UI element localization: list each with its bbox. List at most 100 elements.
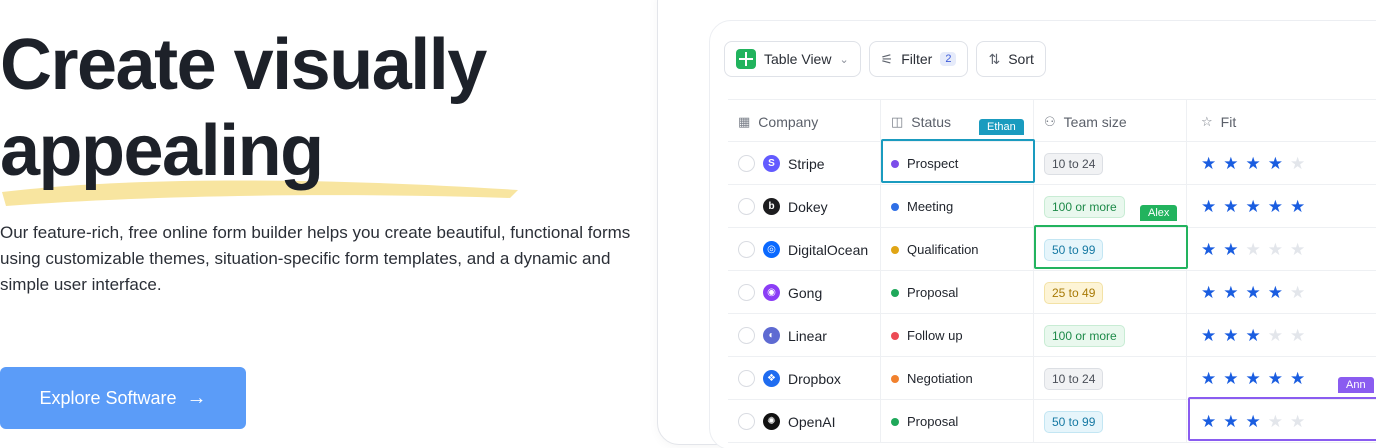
star-filled-icon[interactable]: ★: [1201, 370, 1216, 387]
star-outline-icon: ☆: [1201, 113, 1213, 129]
star-filled-icon[interactable]: ★: [1246, 413, 1261, 430]
row-checkbox[interactable]: [738, 370, 755, 387]
star-filled-icon[interactable]: ★: [1268, 370, 1283, 387]
star-filled-icon[interactable]: ★: [1201, 327, 1216, 344]
star-filled-icon[interactable]: ★: [1246, 284, 1261, 301]
row-checkbox[interactable]: [738, 241, 755, 258]
table-row[interactable]: S Stripe Prospect 10 to 24 ★ ★ ★ ★ ★: [728, 142, 1376, 185]
star-filled-icon[interactable]: ★: [1201, 413, 1216, 430]
star-empty-icon[interactable]: ★: [1290, 284, 1305, 301]
star-filled-icon[interactable]: ★: [1268, 284, 1283, 301]
table-row[interactable]: ✺ OpenAI Proposal 50 to 99 ★ ★ ★ ★ ★: [728, 400, 1376, 443]
fit-rating[interactable]: ★ ★ ★ ★ ★: [1201, 284, 1305, 301]
company-logo-icon: ◐: [763, 327, 780, 344]
status-cell[interactable]: Meeting: [881, 185, 1034, 228]
fit-cell[interactable]: ★ ★ ★ ★ ★: [1187, 228, 1376, 271]
star-filled-icon[interactable]: ★: [1223, 327, 1238, 344]
star-empty-icon[interactable]: ★: [1268, 241, 1283, 258]
column-header-company[interactable]: ▦ Company: [728, 100, 881, 143]
team-size-cell[interactable]: 10 to 24: [1034, 357, 1187, 400]
table-row[interactable]: ◐ Linear Follow up 100 or more ★ ★ ★ ★ ★: [728, 314, 1376, 357]
fit-cell[interactable]: ★ ★ ★ ★ ★: [1187, 314, 1376, 357]
star-filled-icon[interactable]: ★: [1246, 198, 1261, 215]
star-filled-icon[interactable]: ★: [1268, 198, 1283, 215]
star-empty-icon[interactable]: ★: [1290, 241, 1305, 258]
company-cell[interactable]: S Stripe: [728, 142, 881, 185]
team-size-cell[interactable]: 25 to 49: [1034, 271, 1187, 314]
team-size-cell[interactable]: 50 to 99: [1034, 400, 1187, 443]
table-row[interactable]: b Dokey Meeting 100 or more ★ ★ ★ ★ ★: [728, 185, 1376, 228]
row-checkbox[interactable]: [738, 155, 755, 172]
row-checkbox[interactable]: [738, 284, 755, 301]
explore-software-button[interactable]: Explore Software →: [0, 367, 246, 429]
star-filled-icon[interactable]: ★: [1268, 155, 1283, 172]
fit-rating[interactable]: ★ ★ ★ ★ ★: [1201, 155, 1305, 172]
row-checkbox[interactable]: [738, 327, 755, 344]
star-filled-icon[interactable]: ★: [1223, 284, 1238, 301]
star-empty-icon[interactable]: ★: [1290, 413, 1305, 430]
star-empty-icon[interactable]: ★: [1268, 413, 1283, 430]
fit-rating[interactable]: ★ ★ ★ ★ ★: [1201, 327, 1305, 344]
company-cell[interactable]: ◎ DigitalOcean: [728, 228, 881, 271]
company-cell[interactable]: ✺ OpenAI: [728, 400, 881, 443]
row-checkbox[interactable]: [738, 413, 755, 430]
star-empty-icon[interactable]: ★: [1290, 155, 1305, 172]
star-filled-icon[interactable]: ★: [1246, 155, 1261, 172]
status-label: Negotiation: [907, 371, 973, 386]
team-size-cell[interactable]: 100 or more: [1034, 314, 1187, 357]
column-header-fit[interactable]: ☆ Fit: [1187, 100, 1376, 143]
star-empty-icon[interactable]: ★: [1268, 327, 1283, 344]
status-cell[interactable]: Prospect: [881, 142, 1034, 185]
company-cell[interactable]: ❖ Dropbox: [728, 357, 881, 400]
star-filled-icon[interactable]: ★: [1290, 370, 1305, 387]
star-filled-icon[interactable]: ★: [1223, 198, 1238, 215]
column-header-status-label: Status: [911, 113, 951, 130]
team-size-pill: 100 or more: [1044, 324, 1125, 347]
team-size-cell[interactable]: 50 to 99: [1034, 228, 1187, 271]
company-cell[interactable]: ◉ Gong: [728, 271, 881, 314]
star-filled-icon[interactable]: ★: [1201, 155, 1216, 172]
sort-button[interactable]: ⇅ Sort: [976, 41, 1046, 77]
filter-button[interactable]: ⚟ Filter 2: [868, 41, 969, 77]
star-filled-icon[interactable]: ★: [1246, 327, 1261, 344]
fit-rating[interactable]: ★ ★ ★ ★ ★: [1201, 198, 1305, 215]
company-cell[interactable]: b Dokey: [728, 185, 881, 228]
row-checkbox[interactable]: [738, 198, 755, 215]
company-cell[interactable]: ◐ Linear: [728, 314, 881, 357]
star-filled-icon[interactable]: ★: [1201, 284, 1216, 301]
table-row[interactable]: ◉ Gong Proposal 25 to 49 ★ ★ ★ ★ ★: [728, 271, 1376, 314]
star-empty-icon[interactable]: ★: [1290, 327, 1305, 344]
table-row[interactable]: ◎ DigitalOcean Qualification 50 to 99 ★ ★…: [728, 228, 1376, 271]
team-size-cell[interactable]: 10 to 24: [1034, 142, 1187, 185]
fit-cell[interactable]: ★ ★ ★ ★ ★: [1187, 185, 1376, 228]
column-header-team-size[interactable]: ⚇ Team size: [1034, 100, 1187, 143]
star-filled-icon[interactable]: ★: [1223, 155, 1238, 172]
star-filled-icon[interactable]: ★: [1223, 241, 1238, 258]
column-header-company-label: Company: [758, 113, 819, 130]
fit-cell[interactable]: ★ ★ ★ ★ ★: [1187, 271, 1376, 314]
star-filled-icon[interactable]: ★: [1223, 370, 1238, 387]
fit-rating[interactable]: ★ ★ ★ ★ ★: [1201, 241, 1305, 258]
star-filled-icon[interactable]: ★: [1223, 413, 1238, 430]
status-cell[interactable]: Qualification: [881, 228, 1034, 271]
star-filled-icon[interactable]: ★: [1201, 198, 1216, 215]
fit-rating[interactable]: ★ ★ ★ ★ ★: [1201, 413, 1305, 430]
status-cell[interactable]: Proposal: [881, 271, 1034, 314]
status-dot-icon: [891, 331, 899, 340]
sort-arrows-icon: ⇅: [988, 50, 1001, 67]
company-name: Linear: [788, 327, 827, 344]
star-filled-icon[interactable]: ★: [1290, 198, 1305, 215]
status-cell[interactable]: Follow up: [881, 314, 1034, 357]
status-cell[interactable]: Proposal: [881, 400, 1034, 443]
team-size-pill: 10 to 24: [1044, 152, 1104, 175]
star-empty-icon[interactable]: ★: [1246, 241, 1261, 258]
star-filled-icon[interactable]: ★: [1201, 241, 1216, 258]
table-row[interactable]: ❖ Dropbox Negotiation 10 to 24 ★ ★ ★ ★ ★: [728, 357, 1376, 400]
fit-rating[interactable]: ★ ★ ★ ★ ★: [1201, 370, 1305, 387]
fit-cell[interactable]: ★ ★ ★ ★ ★: [1187, 142, 1376, 185]
star-filled-icon[interactable]: ★: [1246, 370, 1261, 387]
fit-cell[interactable]: ★ ★ ★ ★ ★: [1187, 400, 1376, 443]
table-view-dropdown[interactable]: Table View ⌄: [724, 41, 861, 77]
status-cell[interactable]: Negotiation: [881, 357, 1034, 400]
status-label: Proposal: [907, 285, 959, 300]
